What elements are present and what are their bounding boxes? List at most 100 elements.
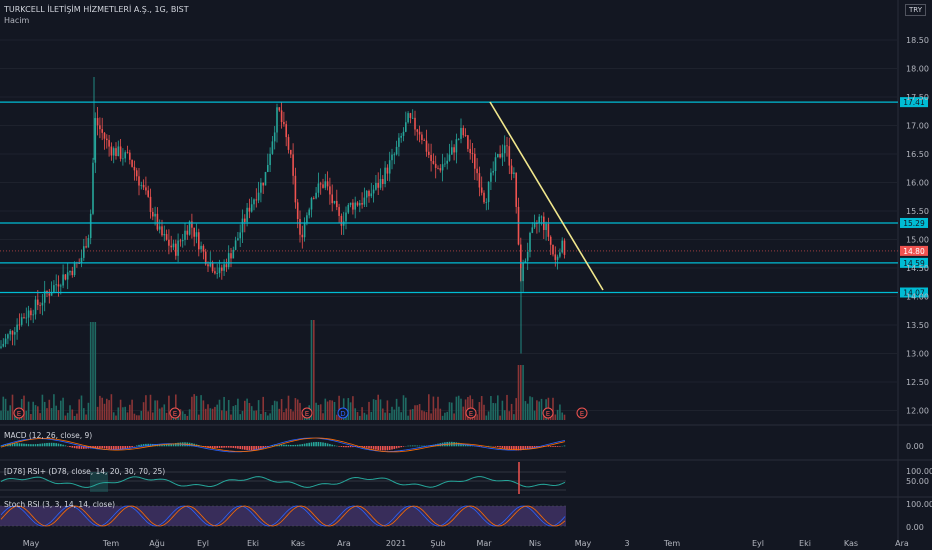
volume-bar <box>510 403 513 420</box>
macd-histogram-bar <box>34 444 37 447</box>
candle-body <box>434 163 437 168</box>
macd-histogram-bar <box>177 442 179 447</box>
volume-bar <box>329 400 331 420</box>
candle-body <box>0 346 2 348</box>
currency-badge[interactable]: TRY <box>905 4 926 16</box>
candle-body <box>246 207 248 222</box>
candle-body <box>85 246 87 248</box>
symbol-title[interactable]: TURKCELL İLETİŞİM HİZMETLERİ A.Ş., 1G, B… <box>4 5 189 14</box>
candle-body <box>395 146 398 155</box>
macd-histogram-bar <box>379 446 382 451</box>
volume-bar <box>377 394 379 420</box>
volume-bar <box>99 395 101 420</box>
volume-bar <box>432 396 435 420</box>
macd-histogram-bar <box>345 446 347 448</box>
macd-histogram-bar <box>370 446 373 449</box>
macd-histogram-bar <box>503 446 506 449</box>
volume-bar <box>540 398 543 420</box>
event-marker-label: D <box>340 410 345 418</box>
price-tick-label: 17.00 <box>906 122 929 131</box>
candle-body <box>165 234 168 240</box>
volume-bar <box>142 402 145 420</box>
candle-body <box>287 137 290 150</box>
volume-bar <box>416 405 419 420</box>
volume-bar <box>0 410 2 420</box>
macd-histogram-bar <box>563 445 566 447</box>
macd-histogram-bar <box>506 446 508 450</box>
volume-bar <box>526 403 529 420</box>
time-tick-label: Kas <box>291 539 305 548</box>
candle-body <box>303 222 306 238</box>
candle-body <box>161 226 163 236</box>
price-tick-label: 18.00 <box>906 65 929 74</box>
volume-bar <box>354 408 356 420</box>
volume-bar <box>218 399 221 420</box>
macd-histogram-bar <box>101 446 103 449</box>
candle-body <box>317 183 320 193</box>
volume-bar <box>457 395 460 420</box>
candle-body <box>179 240 182 242</box>
volume-bar <box>50 408 53 420</box>
candle-body <box>490 172 492 182</box>
candle-body <box>115 148 117 156</box>
macd-histogram-bar <box>64 445 67 447</box>
stoch-rsi-label[interactable]: Stoch RSI (3, 3, 14, 14, close) <box>4 500 115 509</box>
volume-bar <box>156 400 159 420</box>
volume-bar <box>437 396 439 420</box>
candle-body <box>331 194 333 204</box>
macd-histogram-bar <box>20 443 23 447</box>
candle-body <box>552 244 554 255</box>
volume-bar <box>333 401 336 420</box>
candle-body <box>117 146 120 156</box>
candle-body <box>14 332 16 335</box>
candle-body <box>469 148 471 154</box>
volume-bar <box>352 396 354 420</box>
volume-bar <box>60 400 62 420</box>
volume-bar <box>393 409 396 420</box>
volume-bar <box>209 408 212 420</box>
time-tick-label: Eyl <box>197 539 209 548</box>
volume-bar <box>260 413 262 420</box>
volume-bar <box>154 400 156 420</box>
candle-body <box>563 240 566 255</box>
volume-bar <box>503 410 506 420</box>
volume-bar <box>480 396 483 420</box>
candle-body <box>175 243 177 256</box>
candle-body <box>428 151 430 155</box>
candle-body <box>30 310 32 316</box>
candle-body <box>262 182 264 186</box>
candle-body <box>382 179 384 184</box>
macd-histogram-bar <box>46 442 48 447</box>
time-tick-label: Kas <box>844 539 858 548</box>
candle-body <box>515 172 517 207</box>
macd-histogram-bar <box>365 446 368 448</box>
macd-histogram-bar <box>253 446 255 451</box>
macd-label[interactable]: MACD (12, 26, close, 9) <box>4 431 92 440</box>
macd-histogram-bar <box>60 444 62 447</box>
price-tick-label: 14.00 <box>906 293 929 302</box>
candle-body <box>487 181 490 203</box>
candle-body <box>269 153 271 165</box>
volume-bar <box>244 400 246 420</box>
candle-body <box>365 190 368 198</box>
candle-body <box>57 284 60 287</box>
volume-bar <box>255 410 258 420</box>
rsi-plus-label[interactable]: [D78] RSI+ (D78, close, 14, 20, 30, 70, … <box>4 467 165 476</box>
volume-bar <box>168 395 170 420</box>
volume-bar <box>372 399 375 420</box>
volume-bar <box>193 394 195 420</box>
volume-bar <box>34 405 37 420</box>
candle-body <box>221 267 223 271</box>
volume-bar <box>198 414 200 420</box>
volume-bar <box>322 413 324 420</box>
volume-bar <box>129 404 131 420</box>
volume-bar <box>451 402 453 420</box>
volume-bar <box>250 406 253 420</box>
macd-histogram-bar <box>554 446 557 447</box>
volume-bar <box>497 395 499 420</box>
candle-body <box>71 270 74 276</box>
price-tick-label: 12.50 <box>906 378 929 387</box>
volume-bar <box>556 409 559 420</box>
stoch-tick-label: 0.00 <box>906 523 924 532</box>
macd-histogram-bar <box>62 444 64 447</box>
